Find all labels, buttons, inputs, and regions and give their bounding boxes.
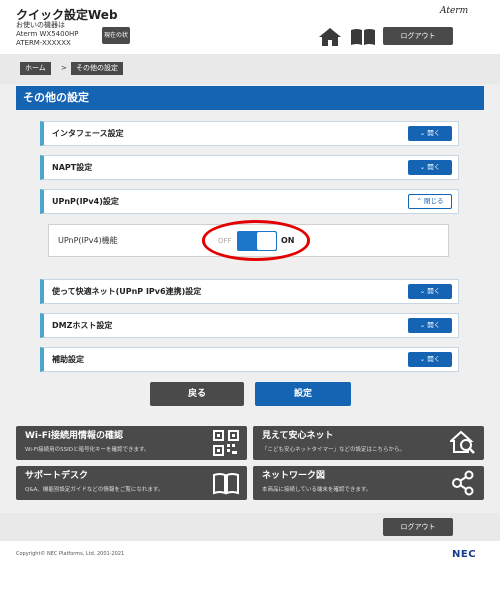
page-title: その他の設定 xyxy=(16,86,484,110)
section-dmz[interactable]: DMZホスト設定 ⌄ 開く xyxy=(40,313,459,338)
open-button[interactable]: ⌄ 開く xyxy=(408,318,452,333)
brand-logo: Aterm xyxy=(440,6,469,16)
tile-mieteanshin[interactable]: 見えて安心ネット 「こども安心ネットタイマー」などの設定はこちらから。 xyxy=(253,426,484,460)
open-button[interactable]: ⌄ 開く xyxy=(408,284,452,299)
chevron-down-icon: ⌄ xyxy=(419,287,426,295)
open-button-label: 開く xyxy=(427,321,441,329)
chevron-down-icon: ⌄ xyxy=(419,321,426,329)
device-model: Aterm WX5400HP xyxy=(16,30,79,38)
section-upnp-ipv4[interactable]: UPnP(IPv4)設定 ⌃ 閉じる xyxy=(40,189,459,214)
tile-title: サポートデスク xyxy=(25,471,89,481)
open-button-label: 開く xyxy=(427,287,441,295)
open-button-label: 開く xyxy=(427,129,441,137)
header: クイック設定Web お使いの機器は Aterm WX5400HP ATERM-X… xyxy=(0,0,500,56)
section-title: 補助設定 xyxy=(52,355,84,364)
close-button-label: 閉じる xyxy=(424,197,444,205)
network-icon xyxy=(452,470,474,496)
section-upnp-ipv6[interactable]: 使って快適ネット(UPnP IPv6連携)設定 ⌄ 開く xyxy=(40,279,459,304)
open-button-label: 開く xyxy=(427,355,441,363)
tile-desc: 「こども安心ネットタイマー」などの設定はこちらから。 xyxy=(262,447,406,453)
logout-button-top[interactable]: ログアウト xyxy=(383,27,453,45)
home-icon[interactable] xyxy=(318,27,342,47)
tile-desc: Wi-Fi接続用のSSIDと暗号化キーを確認できます。 xyxy=(25,447,150,453)
tile-network-map[interactable]: ネットワーク図 本商品に接続している端末を確認できます。 xyxy=(253,466,484,500)
chevron-up-icon: ⌃ xyxy=(416,197,422,205)
book-icon[interactable] xyxy=(350,28,376,46)
open-button[interactable]: ⌄ 開く xyxy=(408,160,452,175)
qr-code-icon xyxy=(213,430,239,456)
nec-logo: NEC xyxy=(452,549,477,560)
section-title: 使って快適ネット(UPnP IPv6連携)設定 xyxy=(52,287,202,296)
logout-button-bottom[interactable]: ログアウト xyxy=(383,518,453,536)
chevron-down-icon: ⌄ xyxy=(419,355,426,363)
open-button[interactable]: ⌄ 開く xyxy=(408,126,452,141)
device-label: お使いの機器は xyxy=(16,21,65,29)
upnp-function-label: UPnP(IPv4)機能 xyxy=(58,236,118,245)
tile-wifi-info[interactable]: Wi-Fi接続用情報の確認 Wi-Fi接続用のSSIDと暗号化キーを確認できます… xyxy=(16,426,247,460)
chevron-down-icon: ⌄ xyxy=(419,129,426,137)
close-button[interactable]: ⌃ 閉じる xyxy=(408,194,452,209)
section-auxiliary[interactable]: 補助設定 ⌄ 開く xyxy=(40,347,459,372)
copyright: Copyright© NEC Platforms, Ltd. 2001-2021 xyxy=(16,551,125,557)
device-id: ATERM-XXXXXX xyxy=(16,39,71,47)
chevron-down-icon: ⌄ xyxy=(419,163,426,171)
open-button[interactable]: ⌄ 開く xyxy=(408,352,452,367)
current-status-button[interactable]: 現在の状態 xyxy=(102,27,130,56)
book-icon xyxy=(213,473,239,495)
breadcrumb-separator: > xyxy=(61,64,67,72)
section-title: NAPT設定 xyxy=(52,163,93,172)
tile-title: 見えて安心ネット xyxy=(262,431,334,441)
breadcrumb-current: その他の設定 xyxy=(71,62,123,75)
section-title: DMZホスト設定 xyxy=(52,321,113,330)
home-search-icon xyxy=(450,430,475,454)
breadcrumb-home[interactable]: ホーム xyxy=(20,62,51,75)
tile-title: Wi-Fi接続用情報の確認 xyxy=(25,431,123,441)
highlight-annotation xyxy=(202,220,310,261)
open-button-label: 開く xyxy=(427,163,441,171)
back-button[interactable]: 戻る xyxy=(150,382,244,406)
tile-support-desk[interactable]: サポートデスク Q&A、機能別設定ガイドなどの情報をご覧になれます。 xyxy=(16,466,247,500)
tile-desc: Q&A、機能別設定ガイドなどの情報をご覧になれます。 xyxy=(25,487,164,493)
tile-desc: 本商品に接続している端末を確認できます。 xyxy=(262,487,372,493)
section-interface[interactable]: インタフェース設定 ⌄ 開く xyxy=(40,121,459,146)
section-title: インタフェース設定 xyxy=(52,129,124,138)
apply-button[interactable]: 設定 xyxy=(255,382,351,406)
section-title: UPnP(IPv4)設定 xyxy=(52,197,119,206)
tile-title: ネットワーク図 xyxy=(262,471,326,481)
section-napt[interactable]: NAPT設定 ⌄ 開く xyxy=(40,155,459,180)
